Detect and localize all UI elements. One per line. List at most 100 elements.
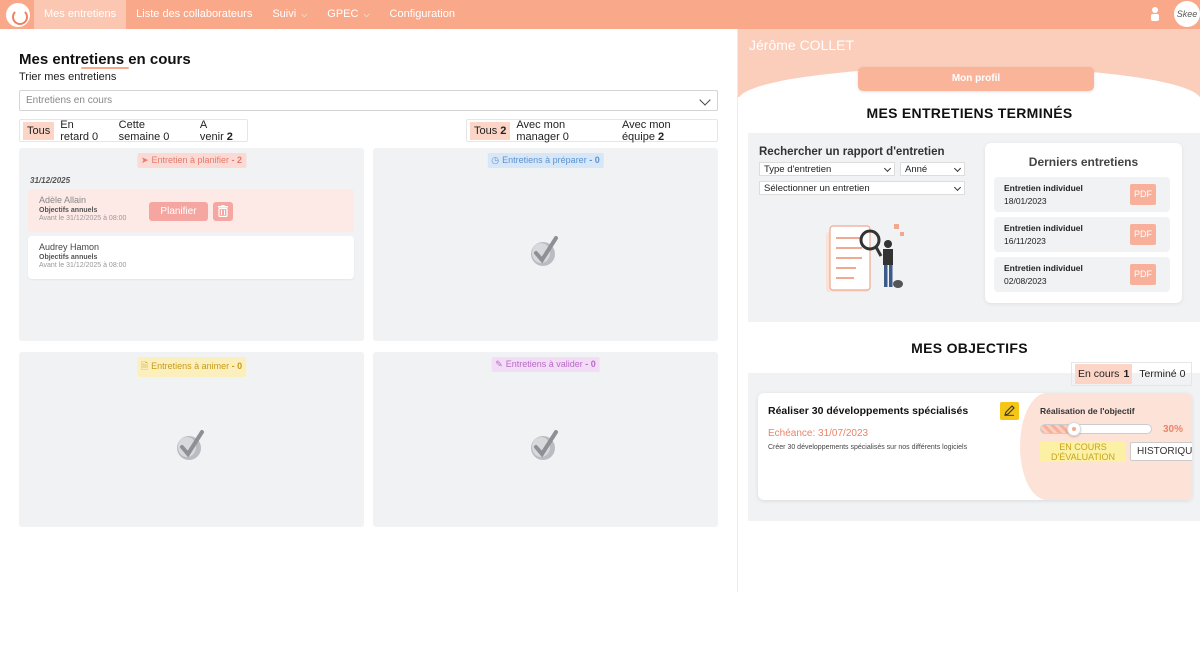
user-switch-icon[interactable] — [1148, 6, 1162, 22]
filter-cette-semaine[interactable]: Cette semaine 0 — [115, 116, 194, 146]
edit-objective-button[interactable] — [1000, 402, 1019, 420]
section-title-text: MES ENTRETIENS TERMINÉS — [866, 105, 1073, 121]
pdf-button[interactable]: PDF — [1130, 264, 1156, 285]
clock-icon: ◷ — [491, 155, 500, 165]
interview-type-select[interactable]: Type d'entretien — [759, 162, 895, 176]
filter-scope-tous[interactable]: Tous 2 — [470, 121, 511, 140]
objectives-title: MES OBJECTIFS — [738, 340, 1200, 356]
filter-en-retard[interactable]: En retard 0 — [56, 116, 112, 146]
app-logo-icon[interactable] — [6, 2, 30, 27]
badge-count: - 0 — [589, 155, 600, 165]
filter-avec-mon-manager[interactable]: Avec mon manager 0 — [512, 116, 616, 146]
profile-panel: Jérôme COLLET Mon profil MES ENTRETIENS … — [737, 29, 1200, 592]
badge-count: - 0 — [231, 361, 243, 371]
document-icon: 🗎 — [140, 361, 149, 371]
pdf-button[interactable]: PDF — [1130, 184, 1156, 205]
delete-button[interactable] — [213, 202, 233, 221]
objectives-area: Réaliser 30 développements spécialisés E… — [748, 373, 1200, 521]
nav-label: Suivi — [272, 8, 297, 20]
objective-card: Réaliser 30 développements spécialisés E… — [758, 393, 1192, 500]
badge-count: - 0 — [585, 359, 596, 369]
scope-filter-group: Tous 2 Avec mon manager 0 Avec mon équipe 2 — [466, 119, 718, 143]
nav-mes-entretiens[interactable]: Mes entretiens — [34, 0, 127, 29]
report-search-area: Rechercher un rapport d'entretien Type d… — [748, 133, 1200, 322]
card-to-validate: ✎ Entretiens à valider - 0 — [373, 352, 718, 527]
top-navbar: Mes entretiens Liste des collaborateurs … — [0, 0, 1200, 29]
select-value: Anné — [905, 164, 928, 175]
chevron-down-icon — [883, 164, 892, 173]
avatar-text: Skee — [1176, 9, 1198, 19]
filter-label: Tous — [474, 124, 498, 137]
filter-count: 2 — [500, 124, 507, 137]
nav-label: Mes entretiens — [44, 8, 117, 20]
select-value: Sélectionner un entretien — [764, 183, 870, 194]
filter-en-cours[interactable]: En cours 1 — [1075, 364, 1133, 384]
interview-title: Entretien individuel — [1004, 263, 1083, 273]
empty-check-icon — [177, 430, 204, 460]
avatar[interactable]: Skee — [1174, 1, 1200, 27]
interview-date: 18/01/2023 — [1004, 196, 1047, 206]
badge-label: Entretiens à préparer — [502, 155, 587, 165]
filter-count: 1 — [1123, 368, 1130, 380]
year-select[interactable]: Anné — [900, 162, 965, 176]
list-item[interactable]: Adèle Allain Objectifs annuels Avant le … — [28, 189, 354, 232]
pencil-icon — [1004, 405, 1015, 416]
progress-handle[interactable] — [1067, 422, 1081, 436]
filter-tous[interactable]: Tous — [23, 121, 55, 140]
search-report-title: Rechercher un rapport d'entretien — [759, 146, 945, 158]
nav-label: Liste des collaborateurs — [136, 8, 253, 20]
my-profile-button[interactable]: Mon profil — [858, 67, 1094, 91]
filter-label: Cette semaine — [118, 118, 161, 143]
progress-label: Réalisation de l'objectif — [1040, 406, 1135, 416]
nav-gpec[interactable]: GPEC ⌵ — [317, 0, 379, 29]
to-plan-badge: ➤ Entretien à planifier - 2 — [136, 153, 247, 168]
interview-select[interactable]: Sélectionner un entretien — [759, 181, 965, 195]
filter-label: En cours — [1078, 368, 1120, 380]
nav-suivi[interactable]: Suivi ⌵ — [262, 0, 317, 29]
badge-count: - 2 — [231, 155, 243, 165]
list-item: Entretien individuel 02/08/2023 PDF — [994, 257, 1170, 292]
last-interviews-title: Derniers entretiens — [1028, 155, 1139, 169]
chevron-down-icon — [953, 183, 962, 192]
list-item: Entretien individuel 18/01/2023 PDF — [994, 177, 1170, 212]
objective-description: Créer 30 développements spécialisés sur … — [768, 444, 968, 451]
filter-a-venir[interactable]: A venir 2 — [196, 116, 242, 146]
interview-deadline: Avant le 31/12/2025 à 08:00 — [39, 262, 127, 269]
to-animate-badge: 🗎 Entretiens à animer - 0 — [136, 357, 247, 377]
list-item[interactable]: Audrey Hamon Objectifs annuels Avant le … — [28, 236, 354, 279]
filter-avec-mon-equipe[interactable]: Avec mon équipe 2 — [618, 116, 712, 146]
objective-title: Réaliser 30 développements spécialisés — [765, 405, 969, 417]
objective-due-date: Echéance: 31/07/2023 — [768, 428, 869, 439]
filter-label: Tous — [27, 124, 51, 137]
objective-filter-group: En cours 1 Terminé 0 — [1071, 362, 1193, 386]
interview-date: 02/08/2023 — [1004, 276, 1047, 286]
section-title-text: MES OBJECTIFS — [911, 340, 1028, 356]
empty-check-icon — [531, 430, 558, 460]
pdf-button[interactable]: PDF — [1130, 224, 1156, 245]
to-prepare-badge: ◷ Entretiens à préparer - 0 — [487, 153, 604, 168]
to-validate-badge: ✎ Entretiens à valider - 0 — [491, 357, 600, 372]
status-badge: EN COURS D'ÉVALUATION — [1040, 441, 1126, 462]
rocket-icon: ➤ — [140, 155, 149, 165]
interview-status-select[interactable]: Entretiens en cours — [19, 90, 718, 111]
search-illustration — [826, 224, 904, 292]
plan-button[interactable]: Planifier — [149, 202, 208, 221]
badge-label: Entretien à planifier — [151, 155, 230, 165]
progress-percent: 30% — [1163, 424, 1184, 435]
last-interviews-box: Derniers entretiens Entretien individuel… — [985, 143, 1182, 303]
filter-label: En retard — [60, 118, 89, 143]
progress-slider[interactable] — [1040, 422, 1152, 436]
list-item: Entretien individuel 16/11/2023 PDF — [994, 217, 1170, 252]
nav-liste-collaborateurs[interactable]: Liste des collaborateurs — [126, 0, 262, 29]
edit-icon: ✎ — [495, 359, 503, 369]
nav-configuration[interactable]: Configuration — [380, 0, 465, 29]
filter-count: 0 — [163, 130, 170, 143]
nav-label: Configuration — [389, 8, 455, 20]
filter-termine[interactable]: Terminé 0 — [1136, 364, 1188, 384]
filter-count: 2 — [657, 130, 665, 143]
interview-date: 16/11/2023 — [1004, 236, 1046, 246]
card-to-animate: 🗎 Entretiens à animer - 0 — [19, 352, 364, 527]
card-to-plan: ➤ Entretien à planifier - 2 31/12/2025 Ad… — [19, 148, 364, 341]
filter-label: Avec mon manager — [516, 118, 566, 143]
history-button[interactable]: HISTORIQU — [1130, 442, 1192, 461]
